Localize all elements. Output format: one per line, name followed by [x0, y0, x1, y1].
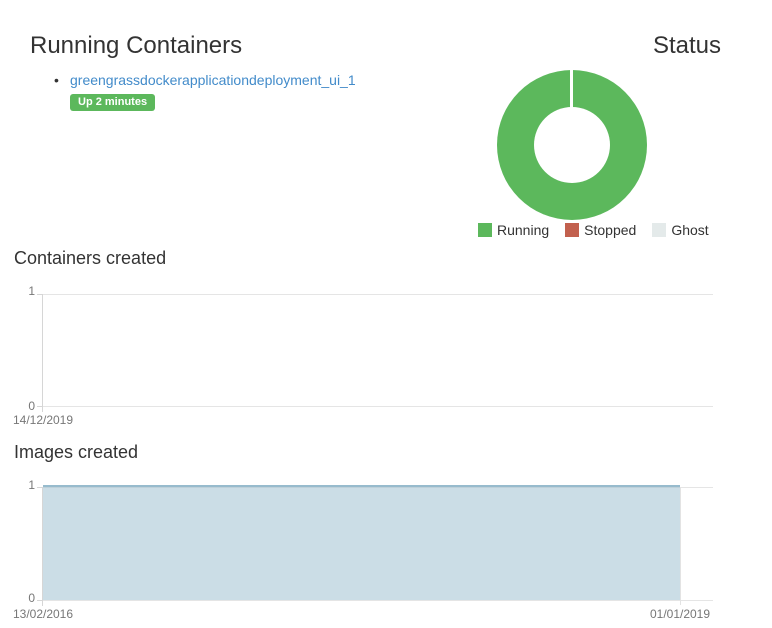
images-y-label-max: 1 — [11, 478, 35, 492]
status-badge: Up 2 minutes — [70, 94, 155, 111]
images-gridline-bottom — [43, 600, 713, 601]
containers-y-tick-1 — [37, 294, 42, 295]
ghost-swatch-icon — [652, 223, 666, 237]
containers-created-title: Containers created — [14, 248, 166, 268]
status-donut-chart — [497, 70, 647, 220]
containers-y-label-max: 1 — [11, 284, 35, 298]
legend-label-stopped: Stopped — [584, 222, 636, 238]
legend-label-running: Running — [497, 222, 549, 238]
containers-y-label-min: 0 — [11, 399, 35, 413]
containers-gridline-top — [43, 294, 713, 295]
legend-item-running: Running — [478, 222, 549, 238]
running-containers-title: Running Containers — [30, 33, 242, 59]
stopped-swatch-icon — [565, 223, 579, 237]
status-legend: Running Stopped Ghost — [478, 222, 709, 238]
containers-gridline-bottom — [43, 406, 713, 407]
legend-item-stopped: Stopped — [565, 222, 636, 238]
legend-item-ghost: Ghost — [652, 222, 708, 238]
container-link[interactable]: greengrassdockerapplicationdeployment_ui… — [70, 72, 356, 88]
donut-hole — [534, 107, 610, 183]
images-area-fill — [43, 485, 680, 600]
status-title: Status — [653, 33, 721, 59]
images-x-label-start: 13/02/2016 — [0, 607, 93, 621]
images-created-title: Images created — [14, 442, 138, 462]
images-x-tick-left — [42, 600, 43, 606]
images-y-label-min: 0 — [11, 591, 35, 605]
containers-y-axis-line — [42, 294, 43, 407]
running-swatch-icon — [478, 223, 492, 237]
images-y-tick-1 — [37, 487, 42, 488]
images-vertical-gridline — [680, 487, 681, 605]
legend-label-ghost: Ghost — [671, 222, 708, 238]
containers-x-label: 14/12/2019 — [0, 413, 93, 427]
containers-x-tick — [42, 406, 43, 412]
bullet-icon: • — [54, 72, 59, 88]
donut-segment-gap — [570, 70, 573, 110]
dashboard-page: Running Containers • greengrassdockerapp… — [0, 0, 772, 628]
images-x-label-end: 01/01/2019 — [630, 607, 730, 621]
